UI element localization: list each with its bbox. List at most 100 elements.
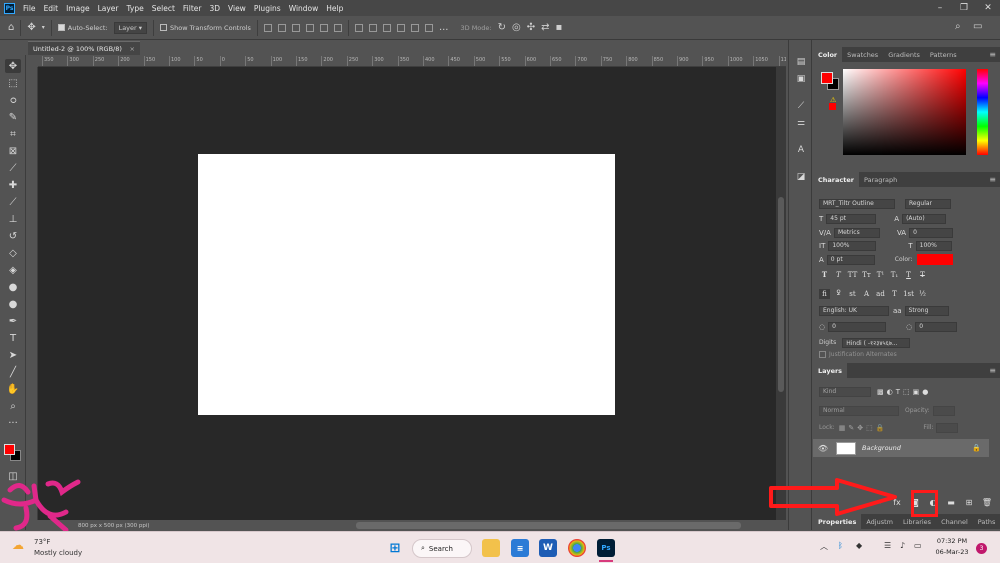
new-layer-icon[interactable]: ⊞ (963, 496, 975, 508)
battery-icon[interactable]: ▭ (914, 541, 922, 550)
underline-button[interactable]: T (903, 270, 914, 280)
move-tool-icon[interactable]: ✥ (27, 22, 35, 33)
digits-dropdown[interactable]: Hindi ( -१२३४५६७... (842, 337, 911, 348)
opacity-field[interactable] (932, 405, 955, 416)
blur-tool-icon[interactable]: ● (5, 280, 21, 294)
close-tab-icon[interactable]: × (130, 45, 135, 53)
pixel-filter-icon[interactable]: ▩ (877, 388, 884, 396)
distribute-middle-icon[interactable] (410, 23, 419, 32)
font-family-dropdown[interactable]: MRT_Tiltr Outline (819, 198, 895, 209)
shape-filter-icon[interactable]: ⬚ (903, 388, 910, 396)
align-middle-icon[interactable] (319, 23, 328, 32)
glyphs-panel-icon[interactable]: A (794, 144, 808, 156)
color-picker-field[interactable] (843, 69, 966, 155)
close-window-icon[interactable]: ✕ (976, 0, 1000, 16)
new-group-icon[interactable]: ▬ (945, 496, 957, 508)
strikethrough-button[interactable]: T (917, 270, 928, 280)
lock-position-icon[interactable]: ✥ (857, 424, 863, 432)
type-filter-icon[interactable]: T (896, 388, 900, 396)
weather-icon[interactable]: ☁ (12, 538, 24, 552)
tab-channels[interactable]: Channel (936, 514, 973, 529)
contextual-alternates-button[interactable]: T (889, 289, 900, 299)
ordinals-button[interactable]: 1st (903, 289, 914, 299)
align-center-icon[interactable] (277, 23, 286, 32)
volume-icon[interactable]: ♪ (900, 541, 905, 550)
healing-brush-tool-icon[interactable]: ✚ (5, 178, 21, 192)
wifi-icon[interactable]: ☰ (884, 541, 891, 550)
stylistic-alternates-button[interactable]: st (847, 289, 858, 299)
tab-paths[interactable]: Paths (973, 514, 1000, 529)
marquee-tool-icon[interactable]: ⬚ (5, 76, 21, 90)
orbit-3d-icon[interactable]: ↻ (498, 22, 506, 33)
menu-window[interactable]: Window (289, 4, 319, 13)
hue-slider[interactable] (977, 69, 988, 155)
justification-checkbox[interactable] (819, 351, 826, 358)
fill-field[interactable] (936, 422, 959, 433)
color-foreground-swatch[interactable] (821, 72, 833, 84)
tab-character[interactable]: Character (813, 172, 859, 187)
menu-filter[interactable]: Filter (183, 4, 202, 13)
panel-menu-icon[interactable]: ≡ (989, 175, 996, 184)
scroll-thumb[interactable] (778, 197, 784, 392)
menu-plugins[interactable]: Plugins (254, 4, 281, 13)
history-brush-tool-icon[interactable]: ↺ (5, 229, 21, 243)
tab-color[interactable]: Color (813, 47, 843, 62)
photoshop-taskbar-icon[interactable]: Ps (597, 539, 615, 557)
blend-mode-dropdown[interactable]: Normal (819, 405, 899, 416)
filter-kind-dropdown[interactable]: Kind (819, 386, 871, 397)
pen-tool-icon[interactable]: ✒ (5, 314, 21, 328)
titling-alternates-button[interactable]: A (861, 289, 872, 299)
tab-paragraph[interactable]: Paragraph (859, 172, 902, 187)
brush-settings-icon[interactable]: ⟋ (794, 100, 808, 112)
menu-image[interactable]: Image (66, 4, 90, 13)
hand-tool-icon[interactable]: ✋ (5, 382, 21, 396)
lock-artboard-icon[interactable]: ⬚ (866, 424, 873, 432)
align-left-icon[interactable] (263, 23, 272, 32)
fractions-button[interactable]: ½ (917, 289, 928, 299)
auto-select-dropdown[interactable]: Layer ▾ (113, 21, 148, 34)
menu-3d[interactable]: 3D (209, 4, 220, 13)
visibility-eye-icon[interactable]: 👁 (816, 444, 830, 453)
tab-gradients[interactable]: Gradients (883, 47, 925, 62)
layer-lock-icon[interactable]: 🔒 (972, 444, 981, 452)
lock-image-icon[interactable]: ✎ (848, 424, 854, 432)
quick-select-tool-icon[interactable]: ✎ (5, 110, 21, 124)
slide-3d-icon[interactable]: ⇄ (541, 22, 549, 33)
antialias-dropdown[interactable]: Strong (904, 305, 949, 316)
move-tool-icon[interactable]: ✥ (5, 59, 21, 73)
baseline-shift-field[interactable]: 0 pt (826, 254, 875, 265)
minimize-icon[interactable]: – (928, 0, 952, 16)
drag-3d-icon[interactable]: ✣ (527, 22, 535, 33)
subscript-button[interactable]: T₁ (889, 270, 900, 280)
tab-layers[interactable]: Layers (813, 363, 848, 378)
text-option-2-field[interactable]: 0 (915, 321, 958, 332)
tracking-field[interactable]: 0 (909, 227, 954, 238)
lasso-tool-icon[interactable]: ഠ (5, 93, 21, 107)
clone-stamp-tool-icon[interactable]: ⊥ (5, 212, 21, 226)
tray-app-icon[interactable]: ◆ (856, 541, 862, 550)
faux-bold-button[interactable]: T (819, 270, 830, 280)
eraser-tool-icon[interactable]: ◇ (5, 246, 21, 260)
gamut-color-swatch[interactable] (829, 103, 836, 110)
kerning-field[interactable]: Metrics (833, 227, 880, 238)
align-bottom-icon[interactable] (333, 23, 342, 32)
font-style-dropdown[interactable]: Regular (905, 198, 951, 209)
crop-tool-icon[interactable]: ⌗ (5, 127, 21, 141)
edit-toolbar-icon[interactable]: ··· (5, 416, 21, 430)
layer-comps-icon[interactable]: ◪ (794, 171, 808, 183)
small-caps-button[interactable]: Tт (861, 270, 872, 280)
notes-app-icon[interactable]: ≡ (511, 539, 529, 557)
layer-name[interactable]: Background (862, 444, 901, 452)
text-color-swatch[interactable] (917, 254, 954, 265)
distribute-center-icon[interactable] (368, 23, 377, 32)
auto-select-checkbox[interactable] (57, 24, 65, 31)
history-panel-icon[interactable]: ▤ (794, 56, 808, 68)
distribute-right-icon[interactable] (382, 23, 391, 32)
font-size-field[interactable]: 45 pt (826, 213, 877, 224)
search-icon[interactable]: ⌕ (955, 22, 961, 32)
comments-panel-icon[interactable]: ▣ (794, 73, 808, 85)
more-options-icon[interactable]: ... (439, 22, 449, 33)
word-icon[interactable]: W (539, 539, 557, 557)
text-option-field[interactable]: 0 (828, 321, 887, 332)
bluetooth-icon[interactable]: ᛒ (838, 541, 843, 550)
